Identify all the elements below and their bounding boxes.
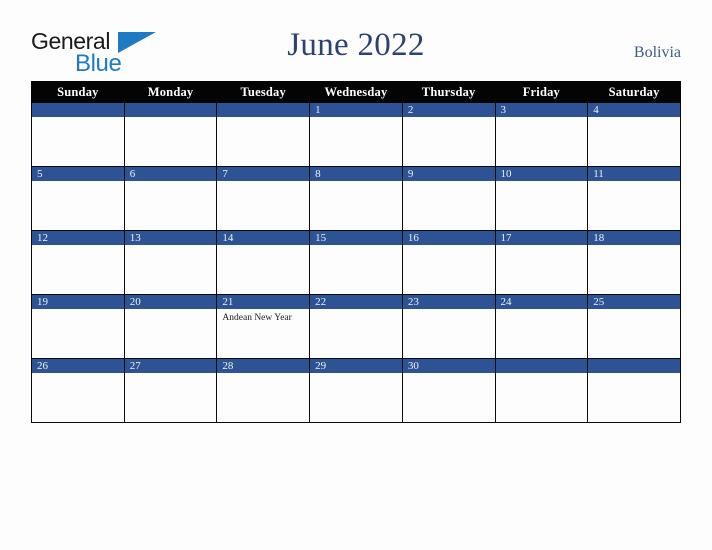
calendar-day-cell[interactable] — [494, 358, 589, 423]
day-number: 13 — [124, 231, 217, 245]
calendar-day-cell[interactable] — [123, 102, 218, 167]
calendar-day-cell[interactable]: 25 — [587, 294, 681, 359]
calendar-day-cell[interactable]: 28 — [216, 358, 311, 423]
calendar-day-cell[interactable] — [587, 358, 681, 423]
day-number — [217, 103, 310, 117]
day-number: 26 — [32, 359, 124, 373]
day-number: 14 — [217, 231, 310, 245]
calendar-day-cell[interactable]: 2 — [401, 102, 496, 167]
day-number: 7 — [217, 167, 310, 181]
day-number: 27 — [124, 359, 217, 373]
calendar-day-cell[interactable]: 20 — [123, 294, 218, 359]
calendar-day-cell[interactable]: 30 — [401, 358, 496, 423]
calendar-day-cell[interactable]: 24 — [494, 294, 589, 359]
day-number — [495, 359, 588, 373]
holiday-label: Andean New Year — [222, 313, 292, 323]
calendar-week-row: 1234 — [31, 102, 681, 167]
day-number: 5 — [32, 167, 124, 181]
day-number: 30 — [402, 359, 495, 373]
day-number — [588, 359, 680, 373]
calendar-day-cell[interactable]: 29 — [309, 358, 403, 423]
day-number: 25 — [588, 295, 680, 309]
calendar-day-cell[interactable]: 1 — [309, 102, 403, 167]
day-number: 8 — [310, 167, 402, 181]
calendar-header-row-group: Sunday Monday Tuesday Wednesday Thursday… — [31, 81, 681, 103]
day-number — [32, 103, 124, 117]
day-number: 28 — [217, 359, 310, 373]
calendar-day-cell[interactable]: 13 — [123, 230, 218, 295]
day-number: 9 — [402, 167, 495, 181]
calendar-week-row: 19 20 21 Andean New Year 22 23 24 25 — [31, 294, 681, 359]
weekday-header-monday: Monday — [123, 81, 218, 103]
day-number: 11 — [588, 167, 680, 181]
day-number: 10 — [495, 167, 588, 181]
calendar-day-cell[interactable]: 15 — [309, 230, 403, 295]
day-number: 17 — [495, 231, 588, 245]
weekday-header-saturday: Saturday — [587, 81, 681, 103]
weekday-header-thursday: Thursday — [401, 81, 496, 103]
day-event-list: Andean New Year — [217, 309, 309, 324]
day-number: 15 — [310, 231, 402, 245]
day-number: 23 — [402, 295, 495, 309]
day-number: 22 — [310, 295, 402, 309]
calendar-day-cell[interactable]: 6 — [123, 166, 218, 231]
weekday-header-friday: Friday — [494, 81, 589, 103]
calendar-day-cell[interactable] — [31, 102, 125, 167]
day-number: 1 — [310, 103, 402, 117]
calendar-week-row: 12 13 14 15 16 17 18 — [31, 230, 681, 295]
country-label: Bolivia — [633, 44, 681, 61]
calendar-day-cell[interactable]: 27 — [123, 358, 218, 423]
weekday-header-sunday: Sunday — [31, 81, 125, 103]
calendar-day-cell[interactable]: 22 — [309, 294, 403, 359]
day-number: 19 — [32, 295, 124, 309]
calendar-day-cell[interactable] — [216, 102, 311, 167]
day-number: 21 — [217, 295, 310, 309]
weekday-header-tuesday: Tuesday — [216, 81, 311, 103]
day-number: 12 — [32, 231, 124, 245]
calendar-day-cell[interactable]: 21 Andean New Year — [216, 294, 311, 359]
calendar-day-cell[interactable]: 8 — [309, 166, 403, 231]
page-header: General Blue June 2022 Bolivia — [0, 0, 712, 80]
day-number: 16 — [402, 231, 495, 245]
calendar-day-cell[interactable]: 4 — [587, 102, 681, 167]
calendar-day-cell[interactable]: 18 — [587, 230, 681, 295]
calendar-table: Sunday Monday Tuesday Wednesday Thursday… — [31, 81, 681, 423]
day-number: 2 — [402, 103, 495, 117]
day-number: 18 — [588, 231, 680, 245]
page-title: June 2022 — [287, 27, 425, 63]
day-number: 3 — [495, 103, 588, 117]
calendar-day-cell[interactable]: 14 — [216, 230, 311, 295]
calendar-container: Sunday Monday Tuesday Wednesday Thursday… — [31, 81, 681, 423]
calendar-day-cell[interactable]: 10 — [494, 166, 589, 231]
calendar-day-cell[interactable]: 19 — [31, 294, 125, 359]
calendar-day-cell[interactable]: 12 — [31, 230, 125, 295]
calendar-week-row: 26 27 28 29 30 — [31, 358, 681, 423]
calendar-day-cell[interactable]: 5 — [31, 166, 125, 231]
day-number: 24 — [495, 295, 588, 309]
calendar-day-cell[interactable]: 26 — [31, 358, 125, 423]
calendar-day-cell[interactable]: 7 — [216, 166, 311, 231]
calendar-week-row: 5 6 7 8 9 10 11 — [31, 166, 681, 231]
calendar-day-cell[interactable]: 3 — [494, 102, 589, 167]
day-number: 29 — [310, 359, 402, 373]
day-number: 6 — [124, 167, 217, 181]
calendar-day-cell[interactable]: 9 — [401, 166, 496, 231]
calendar-body: 1 2 3 4 5 6 7 8 9 10 11 12 13 14 15 16 17 18 19 20 21 Andean … — [31, 102, 681, 423]
calendar-day-cell[interactable]: 16 — [401, 230, 496, 295]
calendar-day-cell[interactable]: 11 — [587, 166, 681, 231]
calendar-day-cell[interactable]: 23 — [401, 294, 496, 359]
calendar-day-cell[interactable]: 17 — [494, 230, 589, 295]
day-number — [124, 103, 217, 117]
weekday-header-row: Sunday Monday Tuesday Wednesday Thursday… — [31, 81, 681, 103]
weekday-header-wednesday: Wednesday — [309, 81, 403, 103]
day-number: 20 — [124, 295, 217, 309]
day-number: 4 — [588, 103, 680, 117]
